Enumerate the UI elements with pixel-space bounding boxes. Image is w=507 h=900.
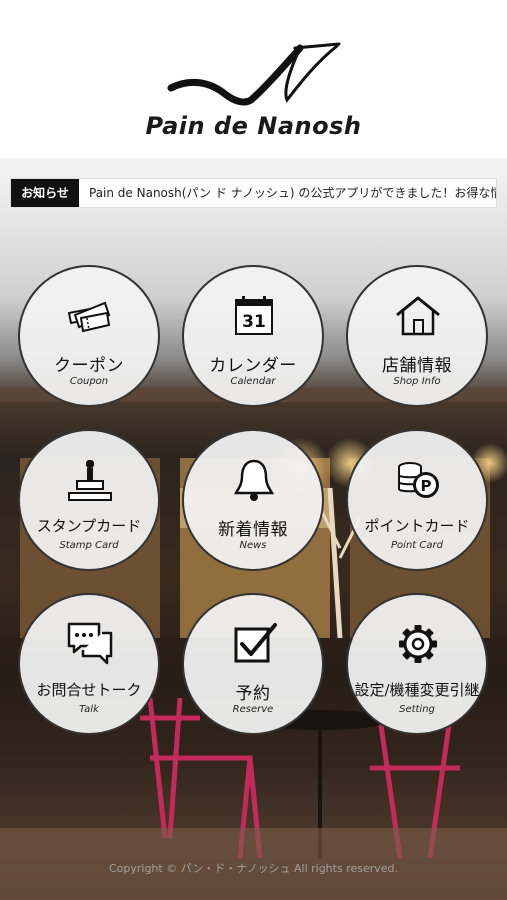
point-card-button[interactable]: P ポイントカード Point Card [346,429,488,571]
calendar-sublabel: Calendar [230,376,276,387]
coupon-sublabel: Coupon [69,376,109,387]
setting-button[interactable]: 設定/機種変更引継 Setting [346,593,488,735]
stamp-card-label: スタンプカード [36,517,142,535]
news-label: 新着情報 [218,520,288,540]
reserve-label: 予約 [235,684,271,704]
reserve-button[interactable]: 予約 Reserve [182,593,324,735]
bell-icon [233,459,275,501]
copyright-text: Copyright © パン・ド・ナノッシュ All rights reserv… [108,862,399,875]
reserve-sublabel: Reserve [232,704,274,715]
setting-label: 設定/機種変更引継 [354,681,480,699]
app-header: CHIGASAKI Pain de Nanosh [0,0,507,158]
stamp-card-sublabel: Stamp Card [59,540,119,551]
news-sublabel: News [239,540,267,551]
stamp-icon [68,460,112,501]
shop-info-sublabel: Shop Info [393,376,441,387]
shop-info-label: 店舗情報 [382,356,452,376]
brand-logo: CHIGASAKI [167,42,341,106]
coupon-icon [67,301,111,333]
news-button[interactable]: 新着情報 News [182,429,324,571]
news-text[interactable]: Pain de Nanosh(パン ド ナノッシュ) の公式アプリができました！… [89,179,496,207]
calendar-label: カレンダー [209,356,297,376]
talk-label: お問合せトーク [36,681,142,699]
calendar-day: 31 [242,312,266,332]
setting-sublabel: Setting [399,704,435,715]
logo-small-text: CHIGASAKI [234,71,259,93]
gear-icon [399,625,437,663]
talk-sublabel: Talk [79,704,99,715]
coin-letter: P [421,477,432,495]
calendar-icon: 31 [235,296,273,335]
coupon-label: クーポン [54,356,124,376]
point-card-sublabel: Point Card [391,540,443,551]
chat-icon [67,622,113,665]
calendar-button[interactable]: 31 カレンダー Calendar [182,265,324,407]
checkbox-icon [234,623,277,663]
coupon-button[interactable]: クーポン Coupon [18,265,160,407]
stamp-card-button[interactable]: スタンプカード Stamp Card [18,429,160,571]
news-badge: お知らせ [11,179,79,207]
news-ticker[interactable]: お知らせ Pain de Nanosh(パン ド ナノッシュ) の公式アプリがで… [10,178,497,208]
shop-info-button[interactable]: 店舗情報 Shop Info [346,265,488,407]
point-card-label: ポイントカード [364,517,470,535]
house-icon [396,296,440,336]
talk-button[interactable]: お問合せトーク Talk [18,593,160,735]
brand-name: Pain de Nanosh [145,112,362,140]
coins-icon: P [398,462,439,498]
